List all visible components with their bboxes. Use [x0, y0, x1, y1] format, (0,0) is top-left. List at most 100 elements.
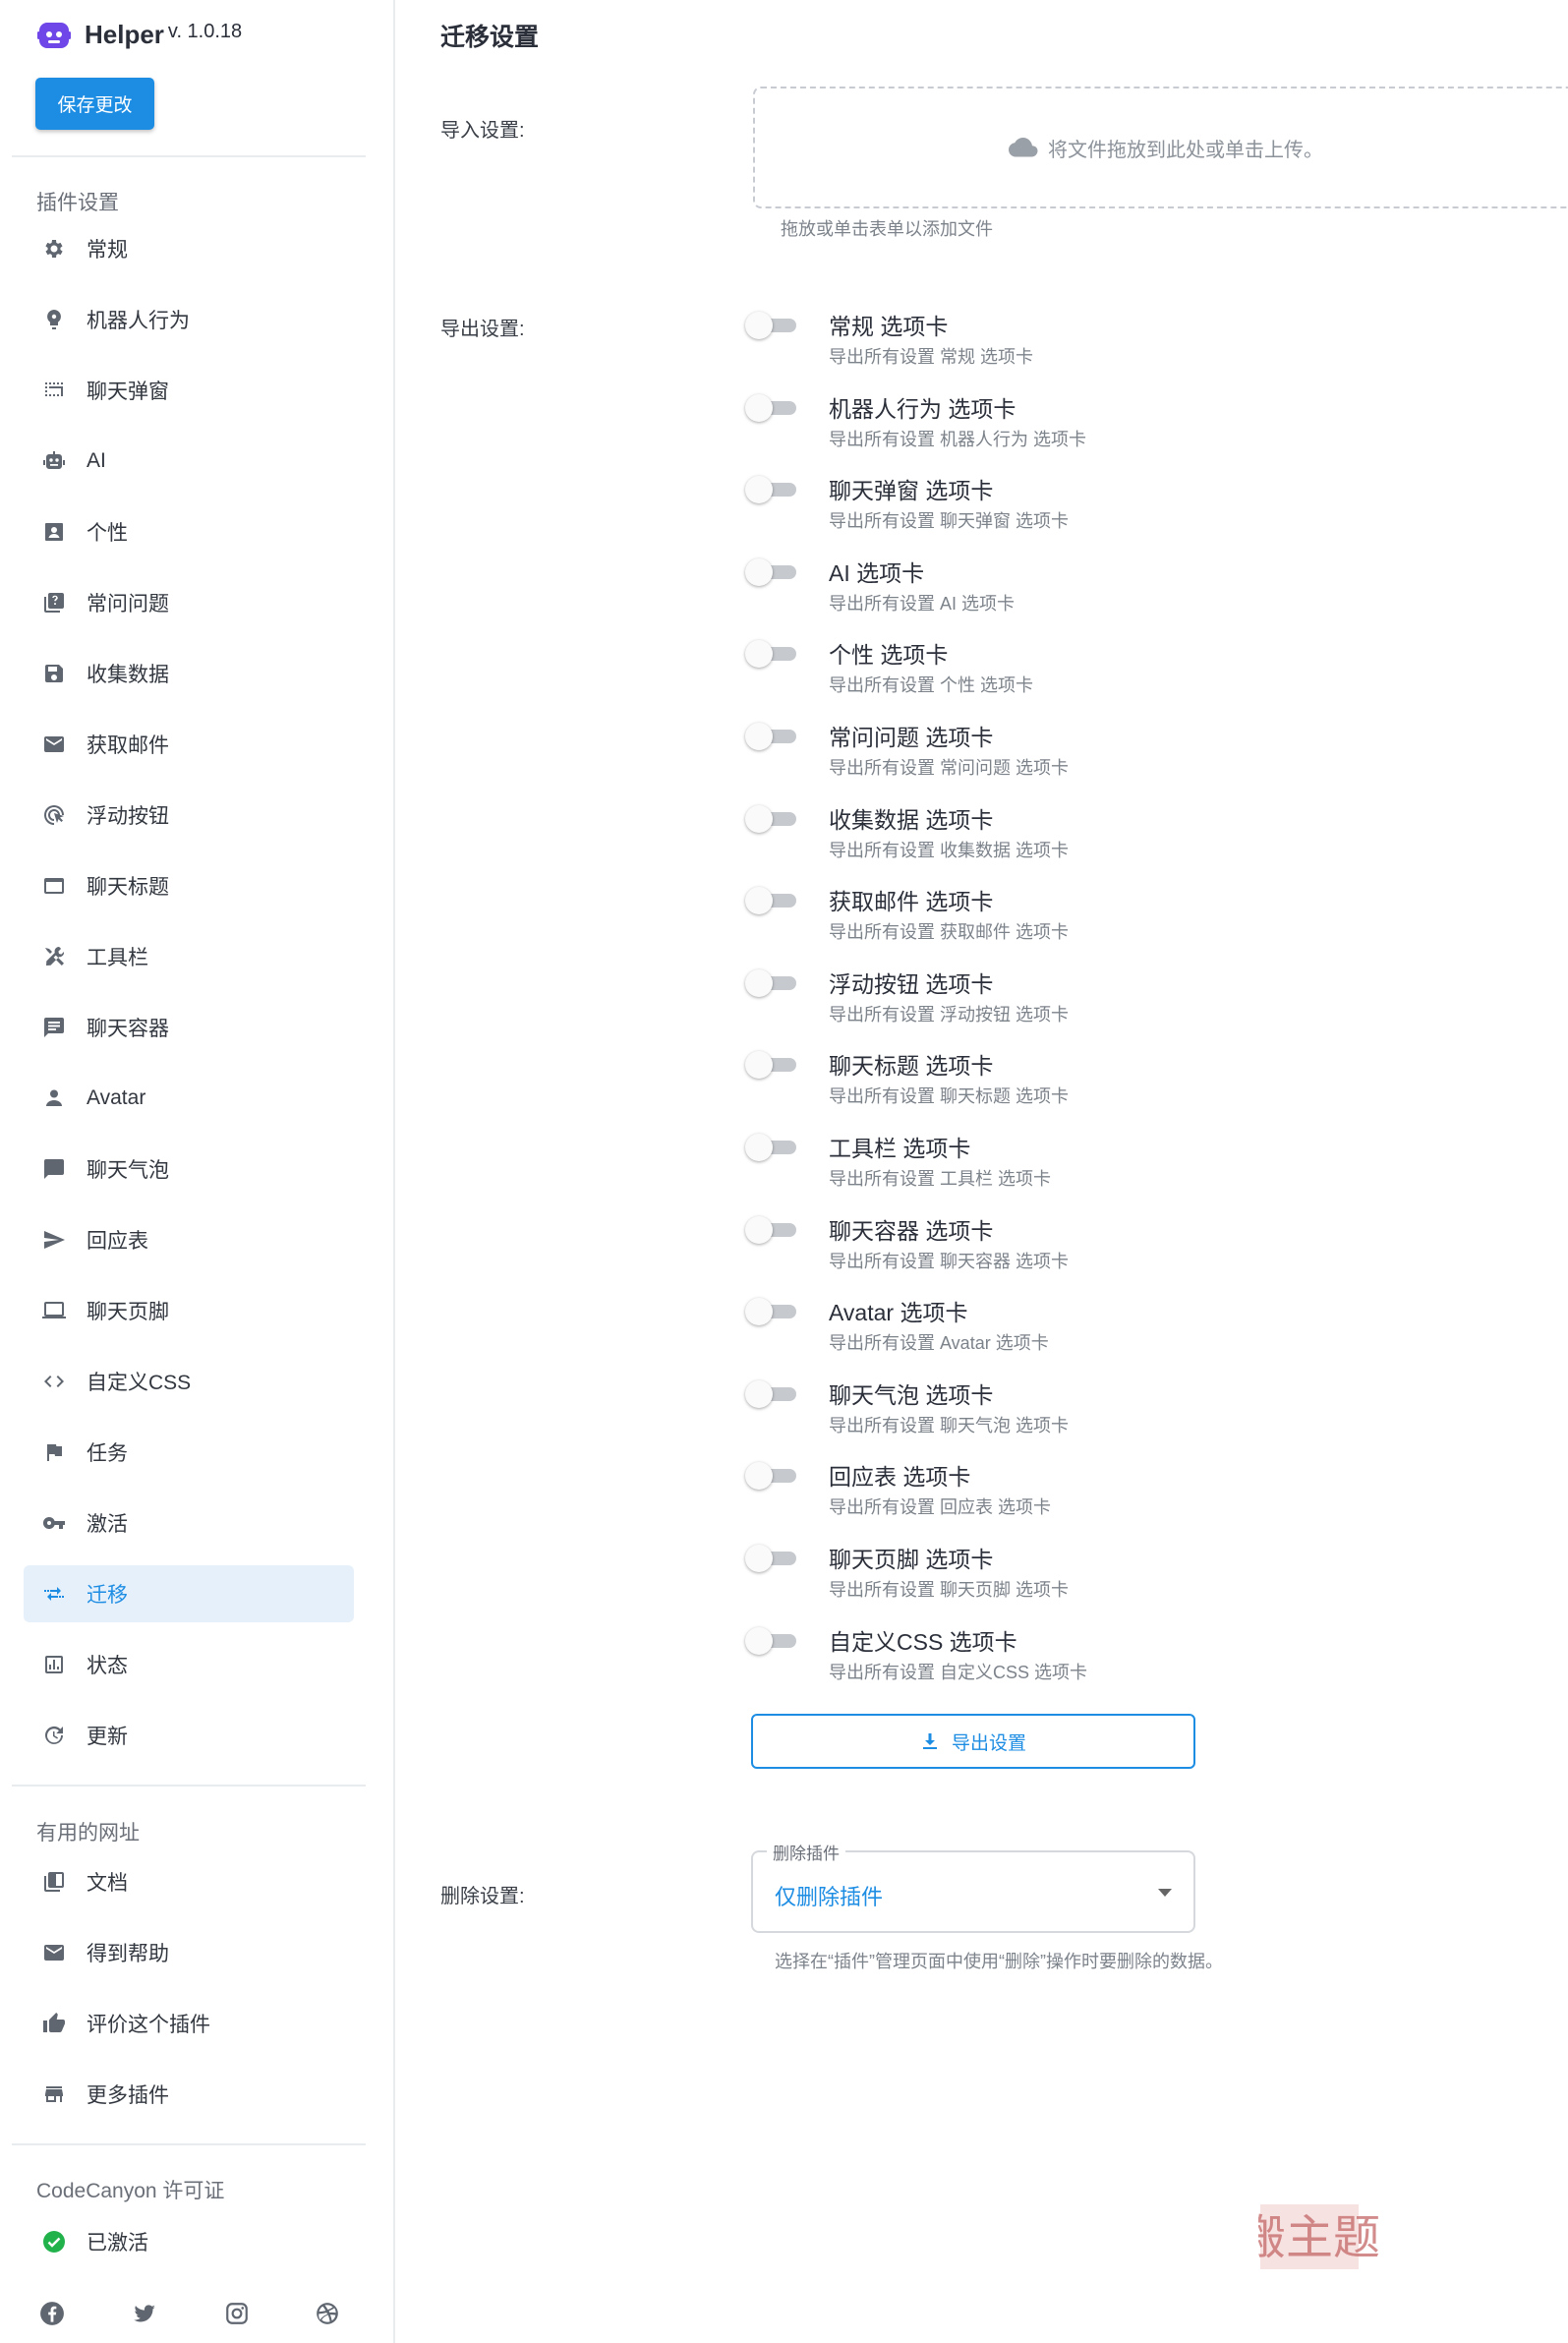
export-tab-toggle[interactable]	[745, 1545, 800, 1572]
sidebar-link-label: 评价这个插件	[87, 2014, 210, 2036]
sidebar-item-label: 聊天页脚	[87, 1301, 169, 1323]
export-tab-title: 常规 选项卡	[829, 314, 949, 339]
sidebar-item-flag[interactable]: 任务	[24, 1424, 354, 1481]
check-circle-icon	[41, 2229, 67, 2255]
export-tab-toggle[interactable]	[745, 393, 800, 422]
sidebar-link-store[interactable]: 更多插件	[24, 2066, 354, 2123]
sidebar-link-mail[interactable]: 得到帮助	[24, 1924, 354, 1981]
export-tab-title: 获取邮件 选项卡	[829, 889, 994, 915]
sidebar-item-label: 状态	[87, 1655, 128, 1677]
sidebar-item-label: 自定义CSS	[87, 1372, 192, 1394]
export-tab-title: 聊天弹窗 选项卡	[829, 478, 994, 504]
export-tab-toggle[interactable]	[745, 1215, 800, 1244]
sidebar-item-tools[interactable]: 工具栏	[24, 928, 354, 985]
license-status: 已激活	[24, 2213, 354, 2270]
sidebar-link-docs[interactable]: 文档	[24, 1853, 354, 1910]
sidebar-item-swap[interactable]: 迁移	[24, 1565, 354, 1622]
sidebar-item-person-card[interactable]: 个性	[24, 503, 354, 560]
export-settings-button-label: 导出设置	[951, 1732, 1026, 1754]
sidebar-item-label: 迁移	[87, 1584, 128, 1607]
dropzone-text: 将文件拖放到此处或单击上传。	[1048, 139, 1323, 161]
sidebar-item-chart[interactable]: 状态	[24, 1636, 354, 1693]
export-tab-toggle[interactable]	[745, 723, 800, 750]
page-title: 迁移设置	[440, 24, 540, 51]
sidebar-link-thumb-up[interactable]: 评价这个插件	[24, 1995, 354, 2052]
facebook-icon[interactable]	[37, 2299, 67, 2328]
sidebar-item-target-cursor[interactable]: 浮动按钮	[24, 787, 354, 844]
mail-icon	[41, 732, 67, 757]
chevron-down-icon[interactable]	[1158, 1889, 1172, 1897]
laptop-icon	[41, 1298, 67, 1323]
sidebar-item-gear[interactable]: 常规	[24, 220, 354, 277]
sidebar: Helper v. 1.0.18 保存更改 插件设置 常规 机器人行为 聊天弹窗 AI…	[0, 0, 395, 2343]
export-tab-title: 浮动按钮 选项卡	[829, 970, 994, 997]
save-changes-button[interactable]: 保存更改	[35, 78, 154, 130]
export-tab-toggle[interactable]	[745, 804, 800, 833]
twitter-icon[interactable]	[130, 2299, 159, 2328]
sidebar-item-mail[interactable]: 获取邮件	[24, 716, 354, 773]
export-tab-description: 导出所有设置 聊天弹窗 选项卡	[829, 511, 1070, 532]
dribbble-icon[interactable]	[313, 2299, 342, 2328]
export-tab-toggle[interactable]	[745, 1134, 800, 1161]
export-tab-description: 导出所有设置 常规 选项卡	[829, 347, 1034, 367]
swap-icon	[41, 1581, 67, 1607]
window-icon	[41, 873, 67, 899]
sidebar-item-question-book[interactable]: 常问问题	[24, 574, 354, 631]
export-tab-toggle[interactable]	[745, 557, 800, 586]
sidebar-item-laptop[interactable]: 聊天页脚	[24, 1282, 354, 1339]
sidebar-item-chat-list[interactable]: 聊天容器	[24, 999, 354, 1056]
person-card-icon	[41, 519, 67, 545]
sidebar-item-window[interactable]: 聊天标题	[24, 857, 354, 914]
export-tab-title: 回应表 选项卡	[829, 1464, 971, 1491]
export-tab-toggle[interactable]	[745, 1626, 800, 1655]
sidebar-item-label: 任务	[87, 1442, 128, 1465]
export-tab-toggle[interactable]	[745, 1462, 800, 1491]
export-settings-button[interactable]: 导出设置	[751, 1714, 1195, 1769]
sidebar-item-key[interactable]: 激活	[24, 1494, 354, 1552]
instagram-icon[interactable]	[222, 2299, 252, 2328]
sidebar-item-label: AI	[87, 449, 106, 472]
tools-icon	[41, 944, 67, 969]
export-tab-toggle[interactable]	[745, 640, 800, 669]
mail-icon	[41, 1940, 67, 1965]
code-icon	[41, 1369, 67, 1394]
export-tab-toggle[interactable]	[745, 887, 800, 915]
export-tab-toggle[interactable]	[745, 476, 800, 504]
sidebar-item-label: 聊天容器	[87, 1018, 169, 1040]
export-tab-toggle[interactable]	[745, 312, 800, 339]
sidebar-item-user[interactable]: Avatar	[24, 1070, 354, 1127]
delete-plugin-select[interactable]: 删除插件 仅删除插件	[751, 1840, 1195, 1933]
sidebar-item-popup[interactable]: 聊天弹窗	[24, 362, 354, 419]
sidebar-item-label: 收集数据	[87, 664, 169, 686]
sidebar-item-label: 工具栏	[87, 947, 148, 969]
sidebar-item-floppy[interactable]: 收集数据	[24, 645, 354, 702]
sidebar-divider	[12, 155, 366, 157]
export-tab-title: 常问问题 选项卡	[829, 725, 994, 750]
app-version: v. 1.0.18	[167, 21, 243, 42]
sidebar-item-code[interactable]: 自定义CSS	[24, 1353, 354, 1410]
sidebar-link-label: 得到帮助	[87, 1943, 169, 1965]
sidebar-item-robot[interactable]: AI	[24, 433, 354, 490]
key-icon	[41, 1510, 67, 1536]
export-tab-toggle[interactable]	[745, 1379, 800, 1408]
export-tab-toggle[interactable]	[745, 1298, 800, 1326]
sidebar-item-label: 获取邮件	[87, 734, 169, 757]
export-settings-label: 导出设置:	[440, 319, 525, 340]
export-tab-description: 导出所有设置 机器人行为 选项卡	[829, 429, 1087, 449]
section-plugin-settings: 插件设置	[36, 192, 119, 214]
sidebar-item-label: Avatar	[87, 1086, 146, 1109]
sidebar-item-label: 聊天标题	[87, 876, 169, 899]
export-tab-title: AI 选项卡	[829, 559, 925, 586]
export-tab-toggle[interactable]	[745, 968, 800, 997]
app-root: Helper v. 1.0.18 保存更改 插件设置 常规 机器人行为 聊天弹窗 AI…	[0, 0, 1568, 2343]
chat-bubble-icon	[41, 1156, 67, 1182]
export-tab-toggle[interactable]	[745, 1051, 800, 1080]
export-tab-description: 导出所有设置 聊天气泡 选项卡	[829, 1415, 1070, 1435]
sidebar-item-send[interactable]: 回应表	[24, 1211, 354, 1268]
sidebar-divider	[12, 2143, 366, 2145]
sidebar-item-chat-bubble[interactable]: 聊天气泡	[24, 1141, 354, 1198]
export-tab-title: 聊天气泡 选项卡	[829, 1381, 994, 1408]
sidebar-item-refresh[interactable]: 更新	[24, 1707, 354, 1764]
file-dropzone[interactable]: 将文件拖放到此处或单击上传。	[753, 87, 1568, 208]
sidebar-item-brain[interactable]: 机器人行为	[24, 291, 354, 348]
